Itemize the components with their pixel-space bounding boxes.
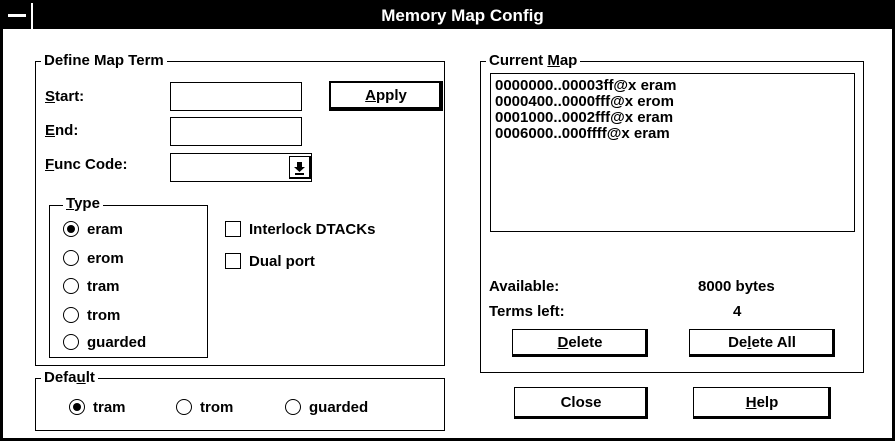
type-option-eram-label: eram xyxy=(87,221,123,238)
type-radio-guarded[interactable] xyxy=(63,334,79,350)
default-option-guarded-label: guarded xyxy=(309,399,369,416)
memory-map-config-dialog: Memory Map Config Define Map Term Start:… xyxy=(0,0,895,441)
type-label: Type xyxy=(63,196,103,212)
type-radio-tram[interactable] xyxy=(63,278,79,294)
start-label: Start: xyxy=(45,88,85,105)
delete-all-button[interactable]: Delete All xyxy=(689,329,835,357)
dual-port-label: Dual port xyxy=(249,253,315,270)
func-code-dropdown-button[interactable] xyxy=(289,156,311,179)
type-option-tram-label: tram xyxy=(87,278,120,295)
start-input[interactable] xyxy=(170,82,302,111)
list-item[interactable]: 0000400..0000fff@x erom xyxy=(495,94,674,110)
list-item[interactable]: 0006000..000ffff@x eram xyxy=(495,126,670,142)
available-label: Available: xyxy=(489,278,560,295)
terms-left-value: 4 xyxy=(733,303,742,320)
current-map-listbox[interactable]: 0000000..00003ff@x eram 0000400..0000fff… xyxy=(490,73,855,232)
type-radio-trom[interactable] xyxy=(63,307,79,323)
type-option-trom-label: trom xyxy=(87,307,121,324)
arrow-down-icon xyxy=(294,162,305,175)
interlock-dtacks-checkbox[interactable] xyxy=(225,221,241,237)
interlock-dtacks-label: Interlock DTACKs xyxy=(249,221,376,238)
dual-port-checkbox[interactable] xyxy=(225,253,241,269)
define-map-term-label: Define Map Term xyxy=(41,53,167,69)
default-option-tram-label: tram xyxy=(93,399,126,416)
type-option-erom-label: erom xyxy=(87,250,124,267)
type-radio-eram[interactable] xyxy=(63,221,79,237)
end-label: End: xyxy=(45,122,79,139)
help-button[interactable]: Help xyxy=(693,387,831,419)
default-option-trom-label: trom xyxy=(200,399,234,416)
list-item[interactable]: 0001000..0002fff@x eram xyxy=(495,110,673,126)
list-item[interactable]: 0000000..00003ff@x eram xyxy=(495,78,676,94)
window-title: Memory Map Config xyxy=(381,6,544,25)
default-radio-guarded[interactable] xyxy=(285,399,301,415)
default-radio-trom[interactable] xyxy=(176,399,192,415)
func-code-label: Func Code: xyxy=(45,156,128,173)
delete-button[interactable]: Delete xyxy=(512,329,648,357)
apply-button[interactable]: Apply xyxy=(329,81,443,111)
current-map-label: Current Map xyxy=(486,53,581,69)
system-menu-icon xyxy=(8,14,26,17)
default-label: Default xyxy=(41,370,98,386)
terms-left-label: Terms left: xyxy=(489,303,565,320)
end-input[interactable] xyxy=(170,117,302,146)
available-value: 8000 bytes xyxy=(698,278,775,295)
default-radio-tram[interactable] xyxy=(69,399,85,415)
title-bar: Memory Map Config xyxy=(3,3,892,29)
system-menu-button[interactable] xyxy=(3,3,33,29)
type-radio-erom[interactable] xyxy=(63,250,79,266)
type-option-guarded-label: guarded xyxy=(87,334,147,351)
close-button[interactable]: Close xyxy=(514,387,648,419)
